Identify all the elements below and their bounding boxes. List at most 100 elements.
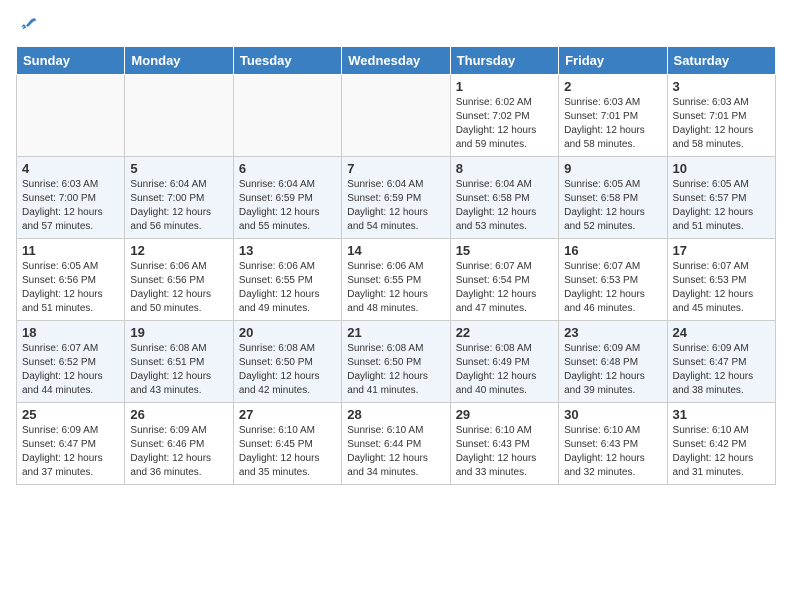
day-info: Sunrise: 6:04 AM Sunset: 7:00 PM Dayligh…	[130, 178, 227, 234]
day-number: 24	[673, 325, 770, 340]
calendar-cell: 18Sunrise: 6:07 AM Sunset: 6:52 PM Dayli…	[17, 321, 125, 403]
day-number: 5	[130, 161, 227, 176]
calendar-cell: 30 Sunrise: 6:10 AM Sunset: 6:43 PM Dayli…	[559, 403, 667, 485]
day-info: Sunrise: 6:10 AM Sunset: 6:42 PM Dayligh…	[673, 424, 770, 480]
calendar-cell: 31 Sunrise: 6:10 AM Sunset: 6:42 PM Dayli…	[667, 403, 775, 485]
calendar-cell	[17, 75, 125, 157]
calendar-cell	[233, 75, 341, 157]
calendar-cell: 19 Sunrise: 6:08 AM Sunset: 6:51 PM Dayli…	[125, 321, 233, 403]
calendar-cell: 9Sunrise: 6:05 AM Sunset: 6:58 PM Daylig…	[559, 157, 667, 239]
day-info: Sunrise: 6:09 AM Sunset: 6:46 PM Dayligh…	[130, 424, 227, 480]
day-number: 22	[456, 325, 553, 340]
calendar-cell: 5 Sunrise: 6:04 AM Sunset: 7:00 PM Daylig…	[125, 157, 233, 239]
day-number: 3	[673, 79, 770, 94]
day-info: Sunrise: 6:10 AM Sunset: 6:45 PM Dayligh…	[239, 424, 336, 480]
day-info: Sunrise: 6:05 AM Sunset: 6:58 PM Dayligh…	[564, 178, 661, 234]
calendar-cell: 20 Sunrise: 6:08 AM Sunset: 6:50 PM Dayli…	[233, 321, 341, 403]
day-info: Sunrise: 6:06 AM Sunset: 6:56 PM Dayligh…	[130, 260, 227, 316]
calendar-cell: 3 Sunrise: 6:03 AM Sunset: 7:01 PM Daylig…	[667, 75, 775, 157]
weekday-header-thursday: Thursday	[450, 47, 558, 75]
calendar-cell: 1Sunrise: 6:02 AM Sunset: 7:02 PM Daylig…	[450, 75, 558, 157]
day-info: Sunrise: 6:07 AM Sunset: 6:53 PM Dayligh…	[673, 260, 770, 316]
calendar-cell: 4 Sunrise: 6:03 AM Sunset: 7:00 PM Daylig…	[17, 157, 125, 239]
day-info: Sunrise: 6:06 AM Sunset: 6:55 PM Dayligh…	[239, 260, 336, 316]
day-number: 23	[564, 325, 661, 340]
day-number: 29	[456, 407, 553, 422]
weekday-header-friday: Friday	[559, 47, 667, 75]
weekday-header-saturday: Saturday	[667, 47, 775, 75]
weekday-header-monday: Monday	[125, 47, 233, 75]
day-info: Sunrise: 6:02 AM Sunset: 7:02 PM Dayligh…	[456, 96, 553, 152]
day-number: 6	[239, 161, 336, 176]
day-info: Sunrise: 6:08 AM Sunset: 6:50 PM Dayligh…	[347, 342, 444, 398]
day-number: 16	[564, 243, 661, 258]
calendar-cell: 2 Sunrise: 6:03 AM Sunset: 7:01 PM Daylig…	[559, 75, 667, 157]
day-info: Sunrise: 6:03 AM Sunset: 7:01 PM Dayligh…	[564, 96, 661, 152]
day-info: Sunrise: 6:07 AM Sunset: 6:53 PM Dayligh…	[564, 260, 661, 316]
calendar-cell: 21 Sunrise: 6:08 AM Sunset: 6:50 PM Dayli…	[342, 321, 450, 403]
day-info: Sunrise: 6:07 AM Sunset: 6:52 PM Dayligh…	[22, 342, 119, 398]
day-info: Sunrise: 6:08 AM Sunset: 6:51 PM Dayligh…	[130, 342, 227, 398]
calendar-cell: 17Sunrise: 6:07 AM Sunset: 6:53 PM Dayli…	[667, 239, 775, 321]
day-number: 8	[456, 161, 553, 176]
calendar-cell: 10 Sunrise: 6:05 AM Sunset: 6:57 PM Dayli…	[667, 157, 775, 239]
calendar-cell: 15 Sunrise: 6:07 AM Sunset: 6:54 PM Dayli…	[450, 239, 558, 321]
calendar-week-row: 4 Sunrise: 6:03 AM Sunset: 7:00 PM Daylig…	[17, 157, 776, 239]
calendar-cell: 14 Sunrise: 6:06 AM Sunset: 6:55 PM Dayli…	[342, 239, 450, 321]
calendar-cell: 26 Sunrise: 6:09 AM Sunset: 6:46 PM Dayli…	[125, 403, 233, 485]
calendar-table: SundayMondayTuesdayWednesdayThursdayFrid…	[16, 46, 776, 485]
day-number: 2	[564, 79, 661, 94]
day-number: 15	[456, 243, 553, 258]
day-number: 27	[239, 407, 336, 422]
logo	[16, 16, 38, 36]
day-info: Sunrise: 6:10 AM Sunset: 6:43 PM Dayligh…	[564, 424, 661, 480]
day-info: Sunrise: 6:04 AM Sunset: 6:58 PM Dayligh…	[456, 178, 553, 234]
day-number: 19	[130, 325, 227, 340]
calendar-cell: 27 Sunrise: 6:10 AM Sunset: 6:45 PM Dayli…	[233, 403, 341, 485]
logo-bird-icon	[18, 16, 38, 36]
calendar-cell: 6Sunrise: 6:04 AM Sunset: 6:59 PM Daylig…	[233, 157, 341, 239]
calendar-cell: 22Sunrise: 6:08 AM Sunset: 6:49 PM Dayli…	[450, 321, 558, 403]
day-info: Sunrise: 6:08 AM Sunset: 6:50 PM Dayligh…	[239, 342, 336, 398]
day-info: Sunrise: 6:05 AM Sunset: 6:56 PM Dayligh…	[22, 260, 119, 316]
day-number: 4	[22, 161, 119, 176]
day-number: 11	[22, 243, 119, 258]
day-number: 20	[239, 325, 336, 340]
day-info: Sunrise: 6:09 AM Sunset: 6:47 PM Dayligh…	[22, 424, 119, 480]
day-number: 21	[347, 325, 444, 340]
day-number: 10	[673, 161, 770, 176]
weekday-header-row: SundayMondayTuesdayWednesdayThursdayFrid…	[17, 47, 776, 75]
calendar-cell: 25 Sunrise: 6:09 AM Sunset: 6:47 PM Dayli…	[17, 403, 125, 485]
day-info: Sunrise: 6:04 AM Sunset: 6:59 PM Dayligh…	[347, 178, 444, 234]
day-number: 26	[130, 407, 227, 422]
day-info: Sunrise: 6:06 AM Sunset: 6:55 PM Dayligh…	[347, 260, 444, 316]
calendar-cell: 11 Sunrise: 6:05 AM Sunset: 6:56 PM Dayli…	[17, 239, 125, 321]
day-number: 14	[347, 243, 444, 258]
day-info: Sunrise: 6:03 AM Sunset: 7:01 PM Dayligh…	[673, 96, 770, 152]
day-info: Sunrise: 6:03 AM Sunset: 7:00 PM Dayligh…	[22, 178, 119, 234]
day-info: Sunrise: 6:07 AM Sunset: 6:54 PM Dayligh…	[456, 260, 553, 316]
day-number: 25	[22, 407, 119, 422]
weekday-header-tuesday: Tuesday	[233, 47, 341, 75]
day-info: Sunrise: 6:09 AM Sunset: 6:47 PM Dayligh…	[673, 342, 770, 398]
day-number: 7	[347, 161, 444, 176]
day-number: 13	[239, 243, 336, 258]
day-number: 28	[347, 407, 444, 422]
day-info: Sunrise: 6:05 AM Sunset: 6:57 PM Dayligh…	[673, 178, 770, 234]
calendar-cell	[342, 75, 450, 157]
calendar-cell: 29 Sunrise: 6:10 AM Sunset: 6:43 PM Dayli…	[450, 403, 558, 485]
calendar-week-row: 1Sunrise: 6:02 AM Sunset: 7:02 PM Daylig…	[17, 75, 776, 157]
calendar-cell	[125, 75, 233, 157]
day-info: Sunrise: 6:10 AM Sunset: 6:44 PM Dayligh…	[347, 424, 444, 480]
day-info: Sunrise: 6:10 AM Sunset: 6:43 PM Dayligh…	[456, 424, 553, 480]
day-number: 30	[564, 407, 661, 422]
calendar-cell: 12 Sunrise: 6:06 AM Sunset: 6:56 PM Dayli…	[125, 239, 233, 321]
weekday-header-sunday: Sunday	[17, 47, 125, 75]
day-number: 12	[130, 243, 227, 258]
day-number: 31	[673, 407, 770, 422]
calendar-cell: 8 Sunrise: 6:04 AM Sunset: 6:58 PM Daylig…	[450, 157, 558, 239]
calendar-cell: 28 Sunrise: 6:10 AM Sunset: 6:44 PM Dayli…	[342, 403, 450, 485]
calendar-week-row: 11 Sunrise: 6:05 AM Sunset: 6:56 PM Dayli…	[17, 239, 776, 321]
calendar-cell: 24 Sunrise: 6:09 AM Sunset: 6:47 PM Dayli…	[667, 321, 775, 403]
calendar-cell: 16 Sunrise: 6:07 AM Sunset: 6:53 PM Dayli…	[559, 239, 667, 321]
